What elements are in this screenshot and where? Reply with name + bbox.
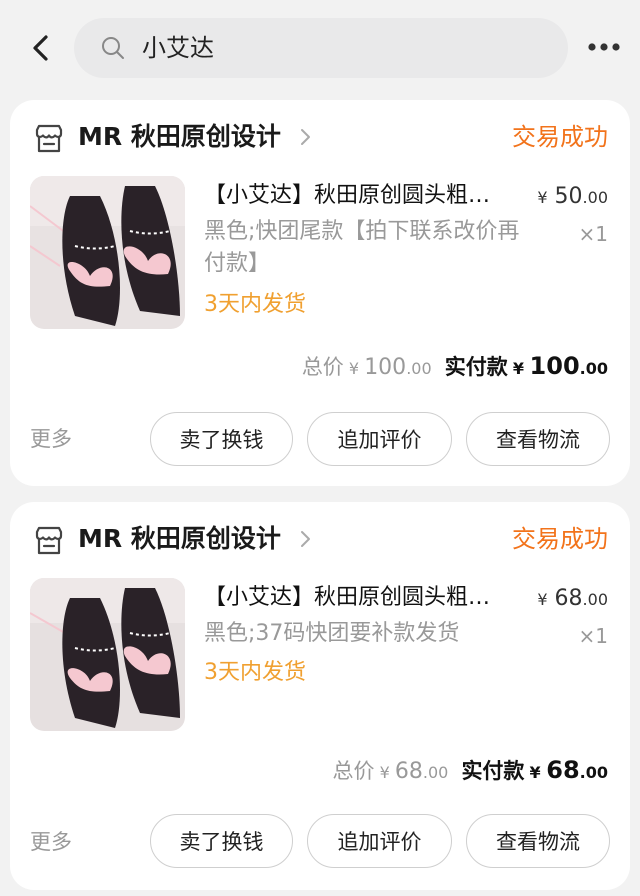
- product-spec: 黑色;快团尾款【拍下联系改价再付款】: [204, 219, 520, 276]
- chevron-right-icon[interactable]: [298, 529, 314, 549]
- total-price-label: 总价: [301, 355, 344, 379]
- product-price: ¥ 50.00: [537, 184, 608, 209]
- view-logistics-button[interactable]: 查看物流: [466, 814, 610, 868]
- product-spec: 黑色;37码快团要补款发货: [204, 621, 460, 646]
- search-query-text: 小艾达: [142, 34, 214, 62]
- total-price-value: ¥ 100.00: [348, 355, 432, 380]
- product-quantity: ×1: [578, 222, 608, 246]
- order-card[interactable]: MR 秋田原创设计 交易成功 【小艾达】秋田原创圆头粗… ¥ 50.00 黑色;…: [10, 100, 630, 486]
- order-status: 交易成功: [512, 525, 608, 553]
- product-thumbnail[interactable]: [30, 578, 185, 731]
- product-title[interactable]: 【小艾达】秋田原创圆头粗…: [204, 582, 524, 614]
- product-title[interactable]: 【小艾达】秋田原创圆头粗…: [204, 180, 524, 212]
- shipping-note: 3天内发货: [204, 660, 306, 685]
- paid-amount-label: 实付款: [444, 355, 508, 379]
- store-icon: [35, 526, 63, 555]
- chevron-right-icon[interactable]: [298, 127, 314, 147]
- search-icon: [102, 37, 124, 59]
- add-review-button[interactable]: 追加评价: [307, 814, 452, 868]
- search-input[interactable]: 小艾达: [74, 18, 568, 78]
- order-totals: 总价 ¥ 100.00 实付款 ¥ 100.00: [302, 350, 608, 385]
- more-actions-link[interactable]: 更多: [30, 827, 72, 857]
- resell-button[interactable]: 卖了换钱: [150, 814, 293, 868]
- resell-button[interactable]: 卖了换钱: [150, 412, 293, 466]
- store-icon: [35, 124, 63, 153]
- total-price-value: ¥ 68.00: [379, 759, 449, 784]
- shop-name[interactable]: MR 秋田原创设计: [78, 522, 281, 556]
- order-totals: 总价 ¥ 68.00 实付款 ¥ 68.00: [333, 754, 608, 789]
- shipping-note: 3天内发货: [204, 292, 306, 317]
- add-review-button[interactable]: 追加评价: [307, 412, 452, 466]
- shop-name[interactable]: MR 秋田原创设计: [78, 120, 281, 154]
- paid-amount-value: ¥ 100.00: [512, 352, 608, 380]
- product-quantity: ×1: [578, 624, 608, 648]
- paid-amount-value: ¥ 68.00: [529, 756, 608, 784]
- order-card[interactable]: MR 秋田原创设计 交易成功 【小艾达】秋田原创圆头粗… ¥ 68.00 黑色;…: [10, 502, 630, 890]
- back-arrow-icon[interactable]: [24, 30, 60, 66]
- total-price-label: 总价: [332, 759, 375, 783]
- view-logistics-button[interactable]: 查看物流: [466, 412, 610, 466]
- order-status: 交易成功: [512, 123, 608, 151]
- product-price: ¥ 68.00: [537, 586, 608, 611]
- more-options-icon[interactable]: [586, 38, 622, 56]
- product-thumbnail[interactable]: [30, 176, 185, 329]
- more-actions-link[interactable]: 更多: [30, 424, 72, 454]
- paid-amount-label: 实付款: [461, 759, 525, 783]
- top-bar: 小艾达: [0, 0, 640, 96]
